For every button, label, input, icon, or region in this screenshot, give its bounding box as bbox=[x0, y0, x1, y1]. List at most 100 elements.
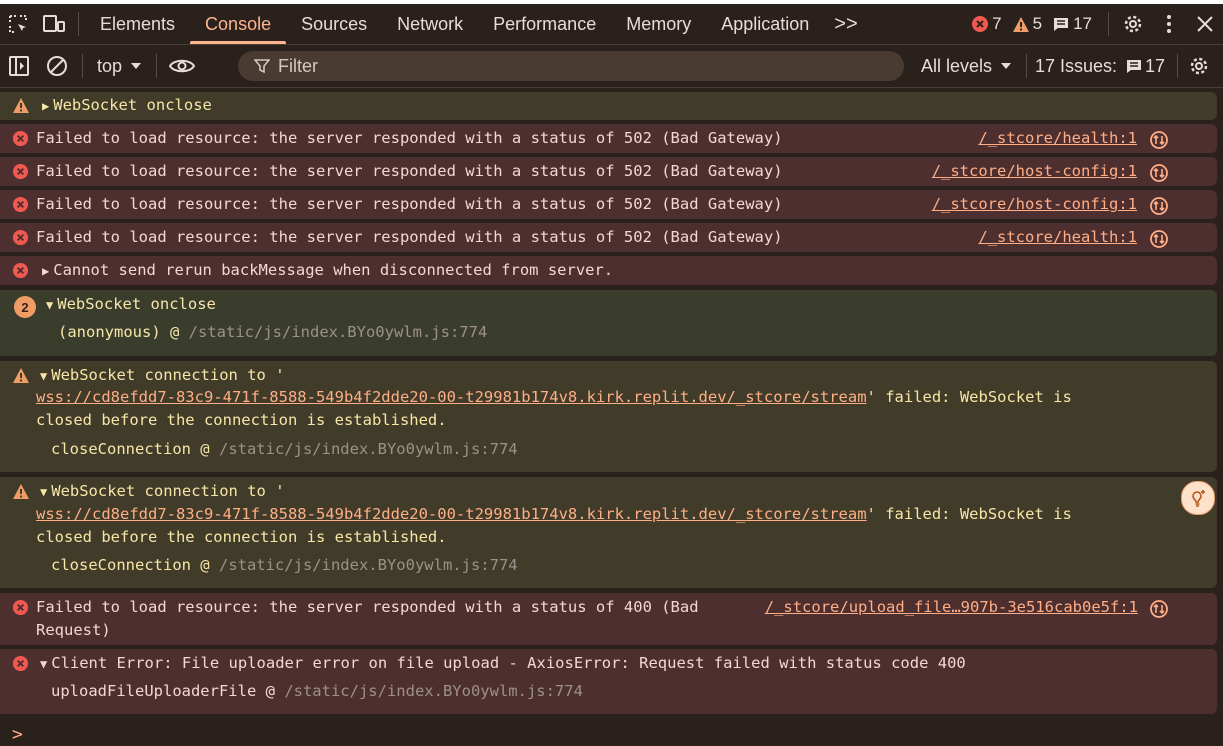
error-icon bbox=[12, 655, 29, 672]
stack-function: uploadFileUploaderFile @ bbox=[51, 682, 275, 700]
error-icon bbox=[12, 130, 29, 147]
source-link[interactable]: /_stcore/upload_file…907b-3e516cab0e5f:1 bbox=[760, 598, 1138, 616]
device-toolbar-icon[interactable] bbox=[36, 4, 72, 44]
close-icon[interactable] bbox=[1187, 4, 1223, 44]
tab-sources[interactable]: Sources bbox=[286, 4, 382, 44]
error-icon bbox=[12, 163, 29, 180]
websocket-url-link[interactable]: wss://cd8efdd7-83c9-471f-8588-549b4f2dde… bbox=[36, 388, 867, 406]
toolbar-divider bbox=[1026, 54, 1028, 78]
console-message-error[interactable]: ▶ Cannot send rerun backMessage when disc… bbox=[0, 256, 1217, 285]
stack-function: (anonymous) @ bbox=[58, 323, 180, 341]
stack-source-link[interactable]: /static/js/index.BYo0ywlm.js:774 bbox=[189, 323, 488, 341]
error-icon bbox=[12, 262, 29, 279]
stack-source-link[interactable]: /static/js/index.BYo0ywlm.js:774 bbox=[219, 556, 518, 574]
source-link[interactable]: /_stcore/host-config:1 bbox=[932, 162, 1137, 180]
ai-insights-bulb-icon[interactable] bbox=[1181, 481, 1215, 515]
stack-function: closeConnection @ bbox=[51, 440, 210, 458]
context-label: top bbox=[97, 55, 123, 76]
tab-performance[interactable]: Performance bbox=[478, 4, 611, 44]
message-text: WebSocket onclose bbox=[53, 96, 212, 114]
toolbar-divider bbox=[1108, 12, 1109, 36]
settings-icon[interactable] bbox=[1115, 4, 1151, 44]
console-prompt[interactable]: > bbox=[12, 724, 23, 745]
tab-console[interactable]: Console bbox=[190, 4, 287, 44]
context-selector[interactable]: top bbox=[89, 56, 150, 77]
stack-source-link[interactable]: /static/js/index.BYo0ywlm.js:774 bbox=[284, 682, 583, 700]
message-text: Failed to load resource: the server resp… bbox=[36, 129, 783, 147]
network-request-icon[interactable] bbox=[1149, 229, 1169, 249]
collapse-triangle-icon[interactable]: ▼ bbox=[40, 657, 47, 671]
issues-counter[interactable]: 17 bbox=[1052, 14, 1092, 34]
message-prefix: WebSocket connection to ' bbox=[51, 366, 285, 384]
message-continuation: Request) bbox=[36, 621, 111, 639]
console-message-error[interactable]: Failed to load resource: the server resp… bbox=[0, 190, 1217, 219]
console-message-warning-group[interactable]: 2 ▼ WebSocket onclose (anonymous) @ /stat… bbox=[0, 290, 1217, 356]
issue-icon bbox=[1054, 17, 1069, 31]
log-levels-dropdown[interactable]: All levels bbox=[921, 45, 1033, 87]
message-text: Failed to load resource: the server resp… bbox=[36, 195, 783, 213]
warning-icon bbox=[13, 484, 29, 499]
stack-source-link[interactable]: /static/js/index.BYo0ywlm.js:774 bbox=[219, 440, 518, 458]
toolbar-divider bbox=[82, 54, 83, 78]
message-suffix: ' failed: WebSocket is bbox=[866, 505, 1072, 523]
source-link[interactable]: /_stcore/host-config:1 bbox=[932, 195, 1137, 213]
message-suffix: ' failed: WebSocket is bbox=[866, 388, 1072, 406]
console-message-error[interactable]: Failed to load resource: the server resp… bbox=[0, 223, 1217, 252]
expand-triangle-icon[interactable]: ▶ bbox=[42, 99, 49, 113]
source-link[interactable]: /_stcore/health:1 bbox=[978, 228, 1137, 246]
message-counters: 7 5 17 bbox=[971, 4, 1223, 44]
console-message-error[interactable]: Failed to load resource: the server resp… bbox=[0, 157, 1217, 186]
message-text: Client Error: File uploader error on fil… bbox=[51, 654, 966, 672]
issue-icon bbox=[1127, 59, 1142, 73]
message-continuation: closed before the connection is establis… bbox=[36, 411, 447, 429]
inspect-element-icon[interactable] bbox=[0, 4, 36, 44]
console-message-warning[interactable]: ▶ WebSocket onclose bbox=[0, 92, 1217, 120]
console-message-error[interactable]: Failed to load resource: the server resp… bbox=[0, 593, 1217, 645]
console-message-warning[interactable]: ▼ WebSocket connection to ' wss://cd8efdd… bbox=[0, 361, 1217, 472]
network-request-icon[interactable] bbox=[1149, 196, 1169, 216]
console-message-error[interactable]: Failed to load resource: the server resp… bbox=[0, 124, 1217, 153]
message-text: Cannot send rerun backMessage when disco… bbox=[53, 261, 614, 279]
error-counter[interactable]: 7 bbox=[971, 14, 1002, 34]
tab-elements[interactable]: Elements bbox=[85, 4, 190, 44]
network-request-icon[interactable] bbox=[1149, 599, 1169, 619]
more-options-icon[interactable] bbox=[1151, 4, 1187, 44]
message-text: Failed to load resource: the server resp… bbox=[36, 598, 699, 616]
issues-button-count: 17 bbox=[1145, 55, 1166, 76]
console-message-warning[interactable]: ▼ WebSocket connection to ' wss://cd8efdd… bbox=[0, 477, 1217, 588]
error-icon bbox=[12, 599, 29, 616]
collapse-triangle-icon[interactable]: ▼ bbox=[46, 298, 53, 312]
expand-triangle-icon[interactable]: ▶ bbox=[42, 264, 49, 278]
clear-console-icon[interactable] bbox=[38, 45, 76, 87]
network-request-icon[interactable] bbox=[1149, 130, 1169, 150]
filter-placeholder: Filter bbox=[278, 55, 318, 76]
message-text: Failed to load resource: the server resp… bbox=[36, 162, 783, 180]
console-settings-icon[interactable] bbox=[1184, 45, 1214, 87]
issues-count: 17 bbox=[1073, 14, 1092, 33]
repeat-count-badge: 2 bbox=[14, 296, 36, 318]
error-count: 7 bbox=[992, 14, 1002, 33]
message-text: Failed to load resource: the server resp… bbox=[36, 228, 783, 246]
toolbar-divider bbox=[156, 54, 158, 78]
collapse-triangle-icon[interactable]: ▼ bbox=[40, 369, 47, 383]
live-expression-eye-icon[interactable] bbox=[163, 45, 201, 87]
toolbar-divider bbox=[1177, 54, 1179, 78]
websocket-url-link[interactable]: wss://cd8efdd7-83c9-471f-8588-549b4f2dde… bbox=[36, 505, 867, 523]
chevron-down-icon bbox=[1001, 63, 1012, 69]
network-request-icon[interactable] bbox=[1149, 163, 1169, 183]
source-link[interactable]: /_stcore/health:1 bbox=[978, 129, 1137, 147]
filter-input[interactable]: Filter bbox=[238, 51, 904, 81]
message-prefix: WebSocket connection to ' bbox=[51, 482, 285, 500]
error-icon bbox=[12, 196, 29, 213]
sidebar-toggle-icon[interactable] bbox=[0, 45, 38, 87]
error-icon bbox=[12, 229, 29, 246]
issues-button[interactable]: 17 Issues: 17 bbox=[1035, 45, 1214, 87]
tab-memory[interactable]: Memory bbox=[611, 4, 706, 44]
tab-network[interactable]: Network bbox=[382, 4, 478, 44]
more-tabs-button[interactable]: >> bbox=[824, 13, 867, 36]
collapse-triangle-icon[interactable]: ▼ bbox=[40, 485, 47, 499]
console-message-error[interactable]: ▼ Client Error: File uploader error on fi… bbox=[0, 649, 1217, 714]
tab-application[interactable]: Application bbox=[706, 4, 824, 44]
stack-function: closeConnection @ bbox=[51, 556, 210, 574]
warning-counter[interactable]: 5 bbox=[1012, 14, 1042, 34]
